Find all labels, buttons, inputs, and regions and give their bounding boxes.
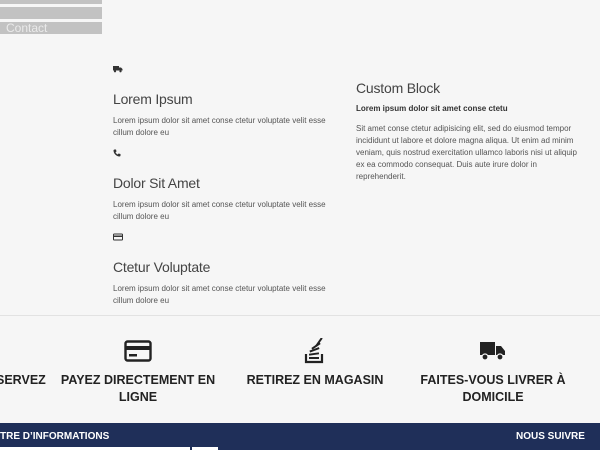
info-item-text: Lorem ipsum dolor sit amet conse ctetur …: [113, 200, 326, 221]
footer-bar: TRE D’INFORMATIONS NOUS SUIVRE: [0, 423, 600, 450]
top-bar-ghost-label[interactable]: Contact: [0, 22, 102, 34]
feature-label: RETIREZ EN MAGASIN: [246, 373, 384, 387]
top-bars: Contact: [0, 0, 102, 37]
info-item-text: Lorem ipsum dolor sit amet conse ctetur …: [113, 116, 326, 137]
info-item: Lorem Ipsum Lorem ipsum dolor sit amet c…: [113, 65, 338, 139]
truck-icon: [113, 65, 125, 75]
phone-icon: [113, 149, 125, 159]
info-item-text: Lorem ipsum dolor sit amet conse ctetur …: [113, 284, 326, 305]
custom-block: Custom Block Lorem ipsum dolor sit amet …: [356, 80, 581, 183]
credit-card-icon: [113, 233, 125, 243]
follow-us-heading: NOUS SUIVRE: [516, 431, 585, 442]
custom-block-title: Custom Block: [356, 80, 440, 96]
custom-block-text: Sit amet conse ctetur adipisicing elit, …: [356, 124, 577, 181]
feature-label: SERVEZ: [0, 373, 46, 387]
truck-icon: [418, 338, 568, 364]
custom-block-subtitle: Lorem ipsum dolor sit amet conse ctetu: [356, 104, 508, 113]
top-bar: [0, 7, 102, 19]
stack-icon: [245, 338, 385, 364]
feature-label: PAYEZ DIRECTEMENT EN LIGNE: [60, 373, 216, 404]
info-item-title: Ctetur Voluptate: [113, 259, 211, 275]
info-item-title: Dolor Sit Amet: [113, 175, 200, 191]
feature-pay-online: PAYEZ DIRECTEMENT EN LIGNE: [60, 338, 216, 406]
info-item: Dolor Sit Amet Lorem ipsum dolor sit ame…: [113, 149, 338, 223]
feature-serve: SERVEZ: [0, 338, 46, 389]
newsletter-heading: TRE D’INFORMATIONS: [0, 431, 110, 442]
info-item-title: Lorem Ipsum: [113, 91, 193, 107]
feature-home-delivery: FAITES-VOUS LIVRER À DOMICILE: [418, 338, 568, 406]
feature-pickup-store: RETIREZ EN MAGASIN: [245, 338, 385, 389]
info-list: Lorem Ipsum Lorem ipsum dolor sit amet c…: [113, 65, 338, 317]
section-divider: [0, 315, 600, 316]
feature-label: FAITES-VOUS LIVRER À DOMICILE: [420, 373, 566, 404]
credit-card-icon: [60, 338, 216, 364]
info-item: Ctetur Voluptate Lorem ipsum dolor sit a…: [113, 233, 338, 307]
top-bar: [0, 0, 102, 4]
